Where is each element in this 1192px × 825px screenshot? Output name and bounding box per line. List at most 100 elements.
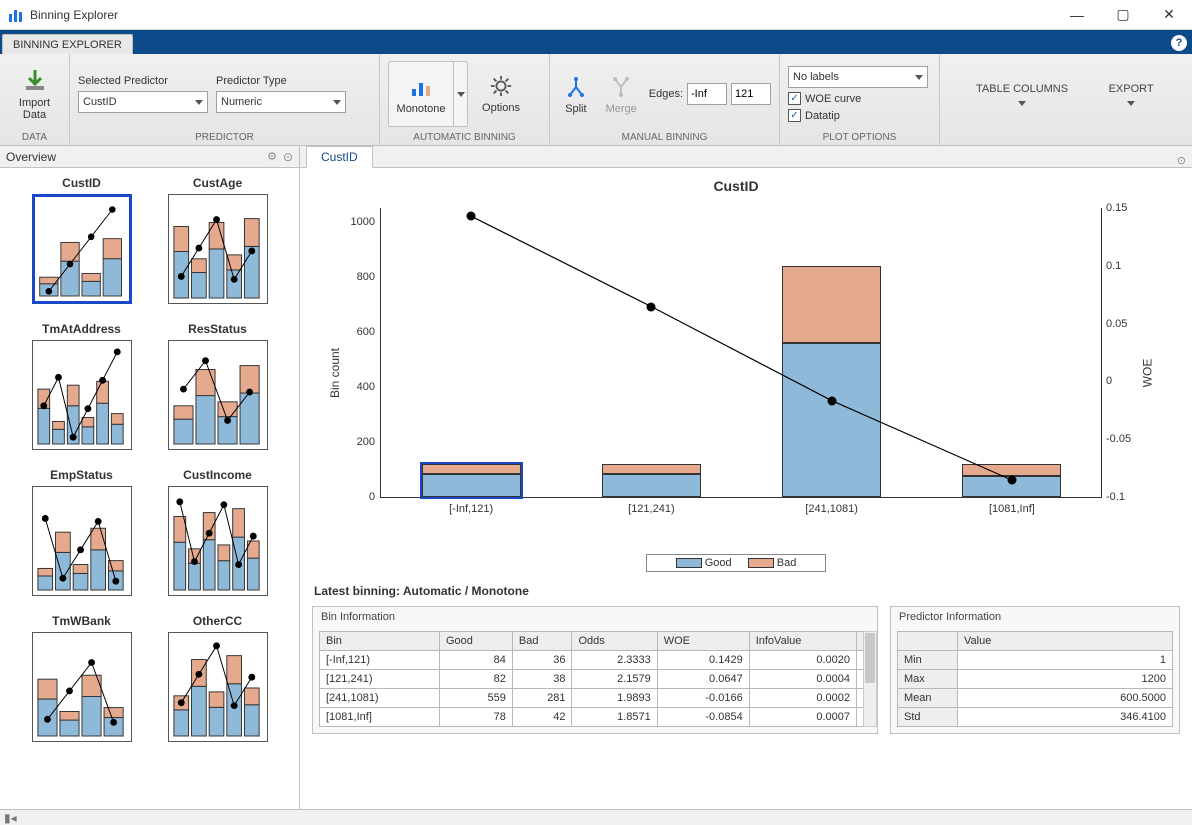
- woe-point: [1007, 476, 1016, 485]
- table-columns-button[interactable]: TABLE COLUMNS: [968, 79, 1076, 110]
- labels-dropdown[interactable]: No labels: [788, 66, 928, 88]
- table-row[interactable]: Std346.4100: [898, 708, 1173, 727]
- table-row[interactable]: [241,1081)5592811.9893-0.01660.0002: [320, 689, 871, 708]
- col-header: Odds: [572, 632, 657, 651]
- chart[interactable]: Bin count WOE 02004006008001000-0.1-0.05…: [310, 198, 1162, 548]
- overview-gear-icon[interactable]: ⚙: [267, 150, 277, 163]
- bin-info-scrollbar[interactable]: [863, 631, 877, 727]
- bar-0[interactable]: [422, 464, 521, 497]
- bar-1[interactable]: [602, 464, 701, 497]
- thumb-custage[interactable]: CustAge: [165, 176, 271, 304]
- chevron-down-icon: [333, 100, 341, 105]
- ribbon: Import Data DATA Selected Predictor Cust…: [0, 54, 1192, 146]
- edge-start-input[interactable]: [687, 83, 727, 105]
- col-header: Value: [958, 632, 1173, 651]
- group-label-autobinning: AUTOMATIC BINNING: [388, 130, 541, 145]
- y-axis-left-label: Bin count: [328, 348, 342, 398]
- thumb-tmataddress[interactable]: TmAtAddress: [29, 322, 135, 450]
- chevron-down-icon: [195, 100, 203, 105]
- ytick-right: -0.1: [1106, 491, 1146, 503]
- chevron-down-icon: [1127, 101, 1135, 106]
- split-button[interactable]: Split: [558, 62, 594, 126]
- table-row[interactable]: Max1200: [898, 670, 1173, 689]
- close-button[interactable]: ✕: [1146, 0, 1192, 30]
- options-button[interactable]: Options: [476, 62, 526, 126]
- tab-custid[interactable]: CustID: [306, 146, 373, 168]
- detail-panel: CustID ⊙ CustID Bin count WOE 0200400600…: [300, 146, 1192, 809]
- split-icon: [562, 73, 590, 101]
- thumb-label: CustIncome: [183, 468, 252, 482]
- thumb-custincome[interactable]: CustIncome: [165, 468, 271, 596]
- merge-button[interactable]: Merge: [602, 62, 641, 126]
- chevron-down-icon: [1018, 101, 1026, 106]
- col-header: Bin: [320, 632, 440, 651]
- bin-info-table[interactable]: BinGoodBadOddsWOEInfoValue[-Inf,121)8436…: [319, 631, 871, 727]
- col-header: Bad: [512, 632, 572, 651]
- monotone-button[interactable]: Monotone: [389, 62, 453, 126]
- ytick-right: 0: [1106, 375, 1146, 387]
- export-button[interactable]: EXPORT: [1096, 79, 1166, 110]
- pred-info-table[interactable]: ValueMin1Max1200Mean600.5000Std346.4100: [897, 631, 1173, 727]
- overview-close-icon[interactable]: ⊙: [283, 150, 293, 164]
- thumb-tmwbank[interactable]: TmWBank: [29, 614, 135, 742]
- table-row[interactable]: Mean600.5000: [898, 689, 1173, 708]
- group-label-predictor: PREDICTOR: [78, 130, 371, 145]
- woe-curve-checkbox[interactable]: ✓WOE curve: [788, 92, 861, 105]
- xtick: [-Inf,121): [449, 503, 493, 515]
- woe-point: [467, 212, 476, 221]
- thumb-othercc[interactable]: OtherCC: [165, 614, 271, 742]
- datatip-checkbox[interactable]: ✓Datatip: [788, 109, 840, 122]
- table-row[interactable]: [1081,Inf]78421.8571-0.08540.0007: [320, 708, 871, 727]
- thumb-label: EmpStatus: [50, 468, 113, 482]
- window-title: Binning Explorer: [30, 8, 118, 22]
- detail-gear-icon[interactable]: ⊙: [1177, 154, 1186, 167]
- group-label-manual: MANUAL BINNING: [558, 130, 771, 145]
- latest-binning-text: Latest binning: Automatic / Monotone: [300, 576, 1192, 606]
- thumb-label: TmAtAddress: [42, 322, 121, 336]
- xtick: [1081,Inf]: [989, 503, 1035, 515]
- help-button[interactable]: ?: [1166, 32, 1192, 54]
- ytick-left: 200: [341, 436, 375, 448]
- woe-point: [647, 302, 656, 311]
- chart-area: CustID Bin count WOE 02004006008001000-0…: [300, 168, 1192, 576]
- ytick-right: 0.15: [1106, 202, 1146, 214]
- edges-label: Edges:: [649, 88, 683, 100]
- minimize-button[interactable]: —: [1054, 0, 1100, 30]
- gear-icon: [487, 72, 515, 100]
- thumb-label: TmWBank: [52, 614, 111, 628]
- maximize-button[interactable]: ▢: [1100, 0, 1146, 30]
- thumb-resstatus[interactable]: ResStatus: [165, 322, 271, 450]
- monotone-icon: [407, 73, 435, 101]
- statusbar: ▮◂: [0, 809, 1192, 825]
- import-data-button[interactable]: Import Data: [8, 62, 61, 126]
- chart-title: CustID: [310, 178, 1162, 194]
- woe-point: [827, 396, 836, 405]
- table-row[interactable]: Min1: [898, 651, 1173, 670]
- ribbon-tab-strip: BINNING EXPLORER ?: [0, 30, 1192, 54]
- main-area: Overview ⚙ ⊙ CustID CustAge TmAtAddress Res…: [0, 146, 1192, 809]
- thumb-empstatus[interactable]: EmpStatus: [29, 468, 135, 596]
- selected-predictor-dropdown[interactable]: CustID: [78, 91, 208, 113]
- predictor-type-label: Predictor Type: [216, 75, 346, 87]
- overview-title: Overview: [6, 150, 56, 164]
- thumb-label: CustID: [62, 176, 101, 190]
- edge-end-input[interactable]: [731, 83, 771, 105]
- detail-tab-strip: CustID ⊙: [300, 146, 1192, 168]
- bar-2[interactable]: [782, 266, 881, 497]
- ytick-right: 0.1: [1106, 260, 1146, 272]
- group-label-data: DATA: [8, 130, 61, 145]
- ytick-right: -0.05: [1106, 433, 1146, 445]
- ribbon-tab-binning-explorer[interactable]: BINNING EXPLORER: [2, 34, 133, 54]
- table-row[interactable]: [121,241)82382.15790.06470.0004: [320, 670, 871, 689]
- predictor-type-dropdown[interactable]: Numeric: [216, 91, 346, 113]
- col-header: InfoValue: [749, 632, 856, 651]
- thumb-custid[interactable]: CustID: [29, 176, 135, 304]
- statusbar-nav-icon[interactable]: ▮◂: [4, 811, 17, 825]
- monotone-dropdown-arrow[interactable]: [453, 62, 467, 126]
- ytick-right: 0.05: [1106, 318, 1146, 330]
- bin-information-panel: Bin Information BinGoodBadOddsWOEInfoVal…: [312, 606, 878, 734]
- ytick-left: 600: [341, 326, 375, 338]
- ytick-left: 400: [341, 381, 375, 393]
- thumb-label: ResStatus: [188, 322, 247, 336]
- table-row[interactable]: [-Inf,121)84362.33330.14290.0020: [320, 651, 871, 670]
